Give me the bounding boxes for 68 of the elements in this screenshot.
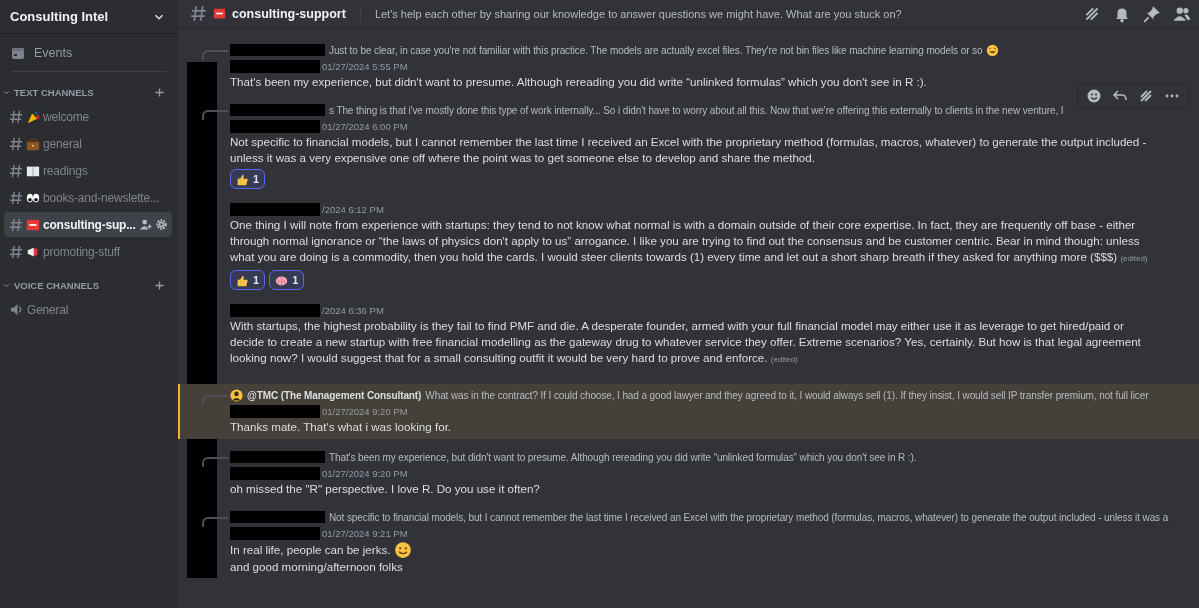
server-name[interactable]: Consulting Intel — [10, 9, 109, 24]
reply-preview[interactable]: That's been my experience, but didn't want to presume. Although rereading you did write “unlinked formulas” which you don't see in R :). — [329, 451, 917, 463]
caret-icon — [2, 281, 11, 290]
settings-icon[interactable] — [154, 218, 168, 231]
hash-icon — [190, 5, 207, 22]
reply-spine — [202, 517, 228, 527]
message-text: and good morning/afternoon folks — [230, 559, 403, 575]
avatar-icon — [230, 388, 243, 402]
timestamp: /2024 6:12 PM — [322, 203, 384, 215]
calendar-icon — [10, 45, 26, 61]
channel-title: consulting-support — [232, 6, 346, 21]
message-text: That's been my experience, but didn't want to presume. Although rereading you did write “unlinked formulas” which you don't see in R :). — [230, 74, 927, 90]
timestamp: 01/27/2024 6:00 PM — [322, 120, 408, 132]
reply-spine — [202, 457, 228, 467]
channel-item[interactable]: welcome — [4, 104, 172, 129]
hash-icon — [9, 136, 23, 151]
hash-icon — [9, 244, 23, 259]
reply-preview[interactable]: What was in the contract? If I could choose, I had a good lawyer and they agreed to it, I would always sell (1). If they insist, I would sell IP transfer premium, not full licer — [425, 389, 1149, 401]
thumbs-up-icon — [236, 172, 249, 186]
channel-item[interactable]: consulting-sup... — [4, 212, 172, 237]
hash-icon — [9, 190, 23, 205]
reaction-button[interactable]: 1 — [230, 169, 266, 189]
message-text: With startups, the highest probability is they fail to find PMF and die. A desperate founder, armed with your full financial model may either use it as leverage to get hired/paid or decide to create a new startup with free financial modelling as the gateway drug to whatever service they offer. Extreme scenarios? Yes, certainly. But how is that legal agreement looking now? I would suggest that for a small consulting outfit it would be very hard to prove and enforce. (edited) — [230, 318, 1142, 366]
threads-icon[interactable] — [1138, 88, 1154, 104]
emoji-icon[interactable] — [1086, 88, 1102, 104]
briefcase-icon — [26, 136, 40, 151]
reply-author: @TMC (The Management Consultant) — [247, 389, 422, 401]
reply-preview[interactable]: Not specific to financial models, but I cannot remember the last time I received an Excel with the proprietary method (formulas, macros, whatever) to generate the output included - unless it was a — [329, 511, 1169, 523]
timestamp: /2024 6:36 PM — [322, 304, 384, 316]
edited-label: (edited) — [1120, 254, 1148, 263]
pin-icon[interactable] — [1143, 4, 1161, 23]
reply-spine — [202, 50, 228, 60]
reply-spine — [202, 110, 228, 120]
reply-preview[interactable]: Just to be clear, in case you're not familiar with this practice. The models are actually excel files. They're not bin files like machine learning models or so — [329, 44, 983, 56]
timestamp: 01/27/2024 5:55 PM — [322, 60, 408, 72]
message-text: Not specific to financial models, but I cannot remember the last time I received an Excel with the proprietary method (formulas, macros, whatever) to generate the output included - unless it was a very expensive one off where the point was to get someone else to develop and share the method. — [230, 134, 1148, 166]
brain-icon — [275, 273, 289, 287]
message-text: Thanks mate. That's what i was looking for. — [230, 419, 452, 435]
invite-icon[interactable] — [138, 218, 152, 231]
reply-spine — [202, 395, 228, 405]
add-channel-icon[interactable] — [153, 86, 166, 99]
timestamp: 01/27/2024 9:20 PM — [322, 467, 408, 479]
channel-item[interactable]: General — [4, 297, 172, 322]
caret-icon — [2, 88, 11, 97]
message-text: oh missed the "R" perspective. I love R. Do you use it often? — [230, 481, 540, 497]
hash-icon — [9, 109, 23, 124]
category-header[interactable]: VOICE CHANNELS — [14, 280, 99, 291]
speaker-icon — [9, 302, 24, 317]
hash-icon — [9, 217, 23, 232]
reply-preview[interactable]: s The thing is that i've mostly done this type of work internally... So i didn't have to worry about all this. Now that we're offering this externally to clients in the new venture, I — [329, 104, 1064, 116]
category-header[interactable]: TEXT CHANNELS — [14, 87, 94, 98]
message-text: In real life, people can be jerks. — [230, 542, 391, 558]
reaction-button[interactable]: 1 — [269, 270, 305, 290]
message-text: One thing I will note from experience with startups: they tend to not know what normal is with a domain outside of their core expertise. In fact, they are frequently off base - either through normal ignorance or “the laws of physics don't apply to us” arrogance. I like you are trying to find out the consensus and be customer centric. Bear in mind though: unless what you are doing is a commodity, then you hold the cards. I would steer clients towards (1) every time and let out a short sharp breath if they asked for anything more ($$$) (edited) — [230, 217, 1149, 265]
channel-item[interactable]: readings — [4, 158, 172, 183]
add-channel-icon[interactable] — [153, 279, 166, 292]
party-popper-icon — [26, 109, 40, 124]
hash-icon — [9, 163, 23, 178]
events-link[interactable]: Events — [34, 46, 73, 60]
timestamp: 01/27/2024 9:20 PM — [322, 405, 408, 417]
thumbs-up-icon — [236, 273, 249, 287]
channel-item[interactable]: books-and-newslette... — [4, 185, 172, 210]
channel-item[interactable]: general — [4, 131, 172, 156]
edited-label: (edited) — [770, 355, 798, 364]
channel-item[interactable]: promoting-stuff — [4, 239, 172, 264]
channel-topic: Let's help each other by sharing our knowledge to answer questions we might have. What are you stuck on? — [374, 7, 903, 20]
timestamp: 01/27/2024 9:21 PM — [322, 527, 408, 539]
reaction-button[interactable]: 1 — [230, 270, 266, 290]
